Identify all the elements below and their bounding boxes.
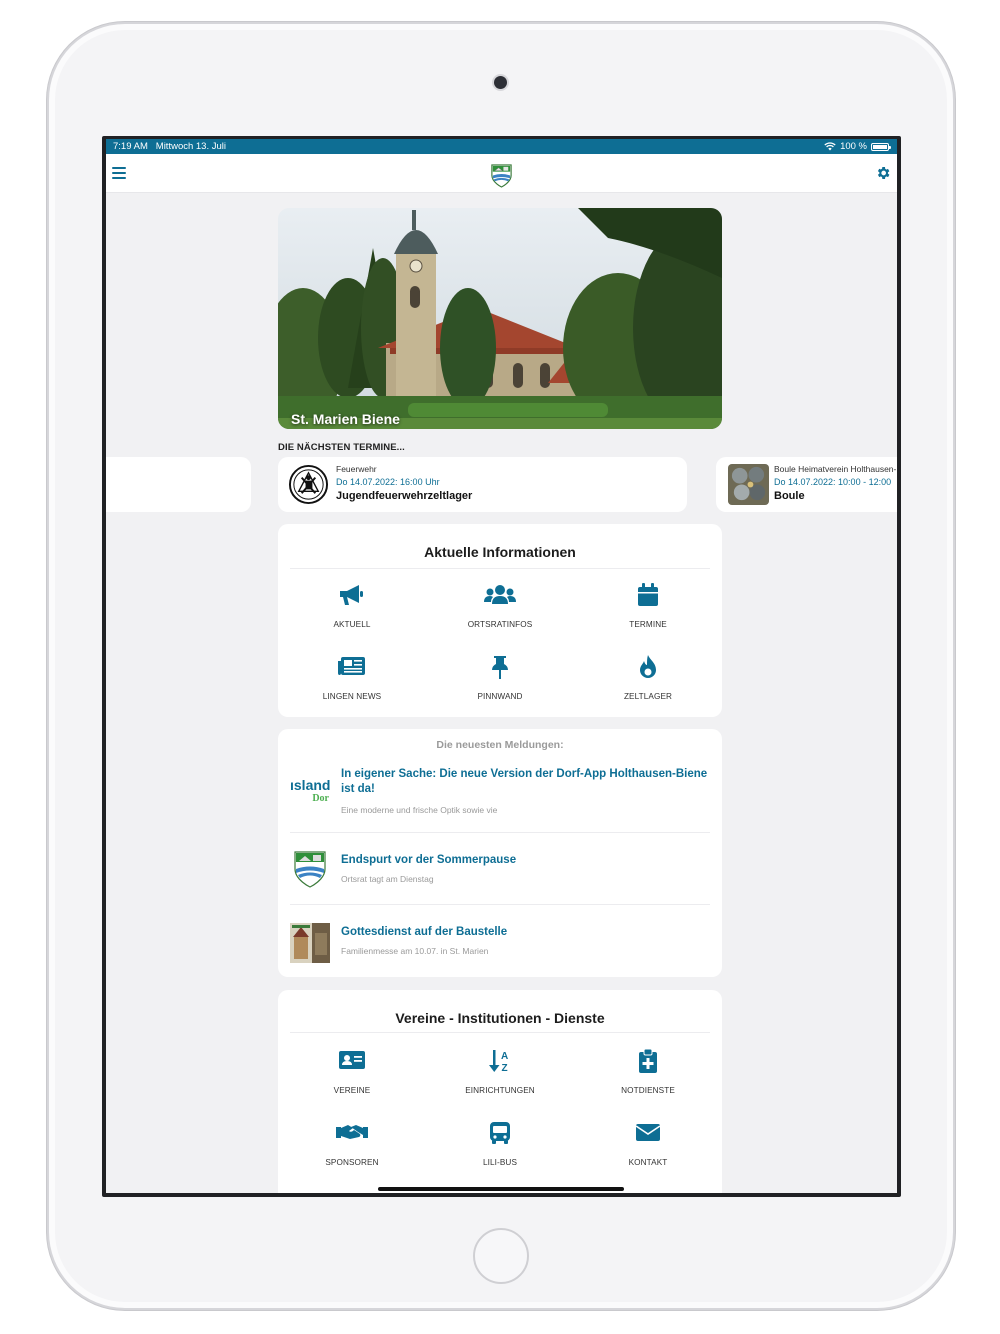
news-title[interactable]: In eigener Sache: Die neue Version der D… bbox=[341, 767, 711, 797]
services-title: Vereine - Institutionen - Dienste bbox=[395, 1010, 605, 1026]
app-viewport: 7:19 AM Mittwoch 13. Juli 100 % St. Mari… bbox=[106, 139, 897, 1193]
tile-label: VEREINE bbox=[333, 1086, 371, 1095]
fire-icon bbox=[640, 655, 656, 678]
village-crest-thumbnail bbox=[294, 851, 326, 888]
tile-notdienste[interactable]: NOTDIENSTE bbox=[588, 1048, 708, 1104]
tile-label: ZELTLAGER bbox=[623, 692, 673, 701]
megaphone-icon bbox=[340, 585, 363, 605]
screen: 7:19 AM Mittwoch 13. Juli 100 % St. Mari… bbox=[102, 136, 901, 1197]
insland-dorf-thumbnail: ısland Dor bbox=[290, 777, 330, 817]
news-title[interactable]: Gottesdienst auf der Baustelle bbox=[341, 925, 711, 940]
news-subtitle: Ortsrat tagt am Dienstag bbox=[341, 874, 434, 884]
envelope-icon bbox=[635, 1124, 661, 1141]
tile-aktuell[interactable]: AKTUELL bbox=[292, 582, 412, 638]
bus-icon bbox=[490, 1122, 510, 1144]
battery-percent: 100 % bbox=[840, 141, 867, 152]
users-icon bbox=[484, 585, 516, 604]
status-date: Mittwoch 13. Juli bbox=[155, 141, 227, 152]
sort-az-icon: A Z bbox=[489, 1050, 508, 1074]
village-crest-logo[interactable] bbox=[489, 163, 514, 188]
event-title: Boule bbox=[774, 490, 805, 502]
home-indicator[interactable] bbox=[378, 1187, 624, 1191]
church-photo bbox=[278, 208, 722, 429]
news-card: Die neuesten Meldungen: ısland Dor In ei… bbox=[278, 729, 722, 977]
tile-label: NOTDIENSTE bbox=[621, 1086, 675, 1095]
status-left: 7:19 AM Mittwoch 13. Juli bbox=[113, 139, 226, 154]
event-category: Feuerwehr bbox=[336, 464, 377, 474]
tile-kontakt[interactable]: KONTAKT bbox=[588, 1120, 708, 1176]
battery-icon bbox=[871, 142, 891, 151]
tile-einrichtungen[interactable]: A Z EINRICHTUNGEN bbox=[440, 1048, 560, 1104]
divider bbox=[290, 1032, 710, 1033]
thumb-text-dorf: Dor bbox=[312, 793, 329, 804]
news-title[interactable]: Endspurt vor der Sommerpause bbox=[341, 853, 711, 868]
fire-brigade-emblem-icon bbox=[288, 464, 329, 505]
event-title: Jugendfeuerwehrzeltlager bbox=[336, 490, 473, 502]
tile-ortsratinfos[interactable]: ORTSRATINFOS bbox=[440, 582, 560, 638]
news-heading: Die neuesten Meldungen: bbox=[436, 739, 564, 751]
thumb-text-insland: ısland bbox=[290, 777, 331, 793]
divider bbox=[290, 568, 710, 569]
tile-label: SPONSOREN bbox=[325, 1158, 379, 1167]
hamburger-menu-icon[interactable] bbox=[112, 167, 126, 179]
news-subtitle: Eine moderne und frische Optik sowie vie bbox=[341, 805, 498, 815]
svg-text:A: A bbox=[501, 1051, 508, 1062]
tile-vereine[interactable]: VEREINE bbox=[292, 1048, 412, 1104]
event-card-boule[interactable]: Boule Heimatverein Holthausen- Do 14.07.… bbox=[716, 457, 897, 512]
current-info-title: Aktuelle Informationen bbox=[424, 544, 576, 560]
settings-gear-icon[interactable] bbox=[875, 165, 891, 181]
services-card: Vereine - Institutionen - Dienste VEREIN… bbox=[278, 990, 722, 1193]
tile-sponsoren[interactable]: SPONSOREN bbox=[292, 1120, 412, 1176]
event-date: Do 14.07.2022: 16:00 Uhr bbox=[336, 477, 440, 487]
id-card-icon bbox=[339, 1051, 365, 1069]
front-camera bbox=[494, 76, 507, 89]
tile-zeltlager[interactable]: ZELTLAGER bbox=[588, 654, 708, 710]
event-date: Do 14.07.2022: 10:00 - 12:00 bbox=[774, 477, 892, 487]
boule-balls-thumbnail bbox=[728, 464, 769, 505]
hero-caption: St. Marien Biene bbox=[291, 411, 400, 427]
tile-label: TERMINE bbox=[629, 620, 667, 629]
tile-label: LINGEN NEWS bbox=[322, 692, 382, 701]
handshake-icon bbox=[336, 1125, 368, 1139]
event-card-prev[interactable] bbox=[106, 457, 251, 512]
top-app-bar bbox=[106, 154, 897, 193]
medical-clipboard-icon bbox=[639, 1048, 657, 1073]
news-item[interactable]: Endspurt vor der Sommerpause Ortsrat tag… bbox=[290, 835, 710, 905]
church-construction-thumbnail bbox=[290, 923, 330, 963]
divider bbox=[290, 904, 710, 905]
tile-termine[interactable]: TERMINE bbox=[588, 582, 708, 638]
news-item[interactable]: ısland Dor In eigener Sache: Die neue Ve… bbox=[290, 765, 710, 833]
wifi-icon bbox=[824, 142, 836, 151]
status-right: 100 % bbox=[824, 139, 891, 154]
newspaper-icon bbox=[338, 657, 365, 675]
tile-lili-bus[interactable]: LILI-BUS bbox=[440, 1120, 560, 1176]
tile-label: EINRICHTUNGEN bbox=[465, 1086, 535, 1095]
current-info-card: Aktuelle Informationen AKTUELL ORTSRATIN… bbox=[278, 524, 722, 717]
tile-label: KONTAKT bbox=[628, 1158, 668, 1167]
upcoming-events-label: DIE NÄCHSTEN TERMINE... bbox=[278, 442, 405, 453]
tile-pinnwand[interactable]: PINNWAND bbox=[440, 654, 560, 710]
news-subtitle: Familienmesse am 10.07. in St. Marien bbox=[341, 946, 489, 956]
tile-label: PINNWAND bbox=[477, 692, 523, 701]
divider bbox=[290, 832, 710, 833]
hero-banner[interactable]: St. Marien Biene bbox=[278, 208, 722, 429]
pushpin-icon bbox=[492, 656, 508, 679]
tile-label: ORTSRATINFOS bbox=[467, 620, 533, 629]
tile-lingen-news[interactable]: LINGEN NEWS bbox=[292, 654, 412, 710]
tile-label: AKTUELL bbox=[333, 620, 371, 629]
event-card-feuerwehr[interactable]: Feuerwehr Do 14.07.2022: 16:00 Uhr Jugen… bbox=[278, 457, 687, 512]
home-button[interactable] bbox=[473, 1228, 529, 1284]
status-bar: 7:19 AM Mittwoch 13. Juli 100 % bbox=[106, 139, 897, 154]
event-category: Boule Heimatverein Holthausen- bbox=[774, 464, 897, 474]
news-item[interactable]: Gottesdienst auf der Baustelle Familienm… bbox=[290, 907, 710, 973]
status-time: 7:19 AM bbox=[113, 141, 148, 152]
svg-text:Z: Z bbox=[502, 1063, 508, 1074]
calendar-icon bbox=[638, 583, 658, 606]
tile-label: LILI-BUS bbox=[482, 1158, 518, 1167]
